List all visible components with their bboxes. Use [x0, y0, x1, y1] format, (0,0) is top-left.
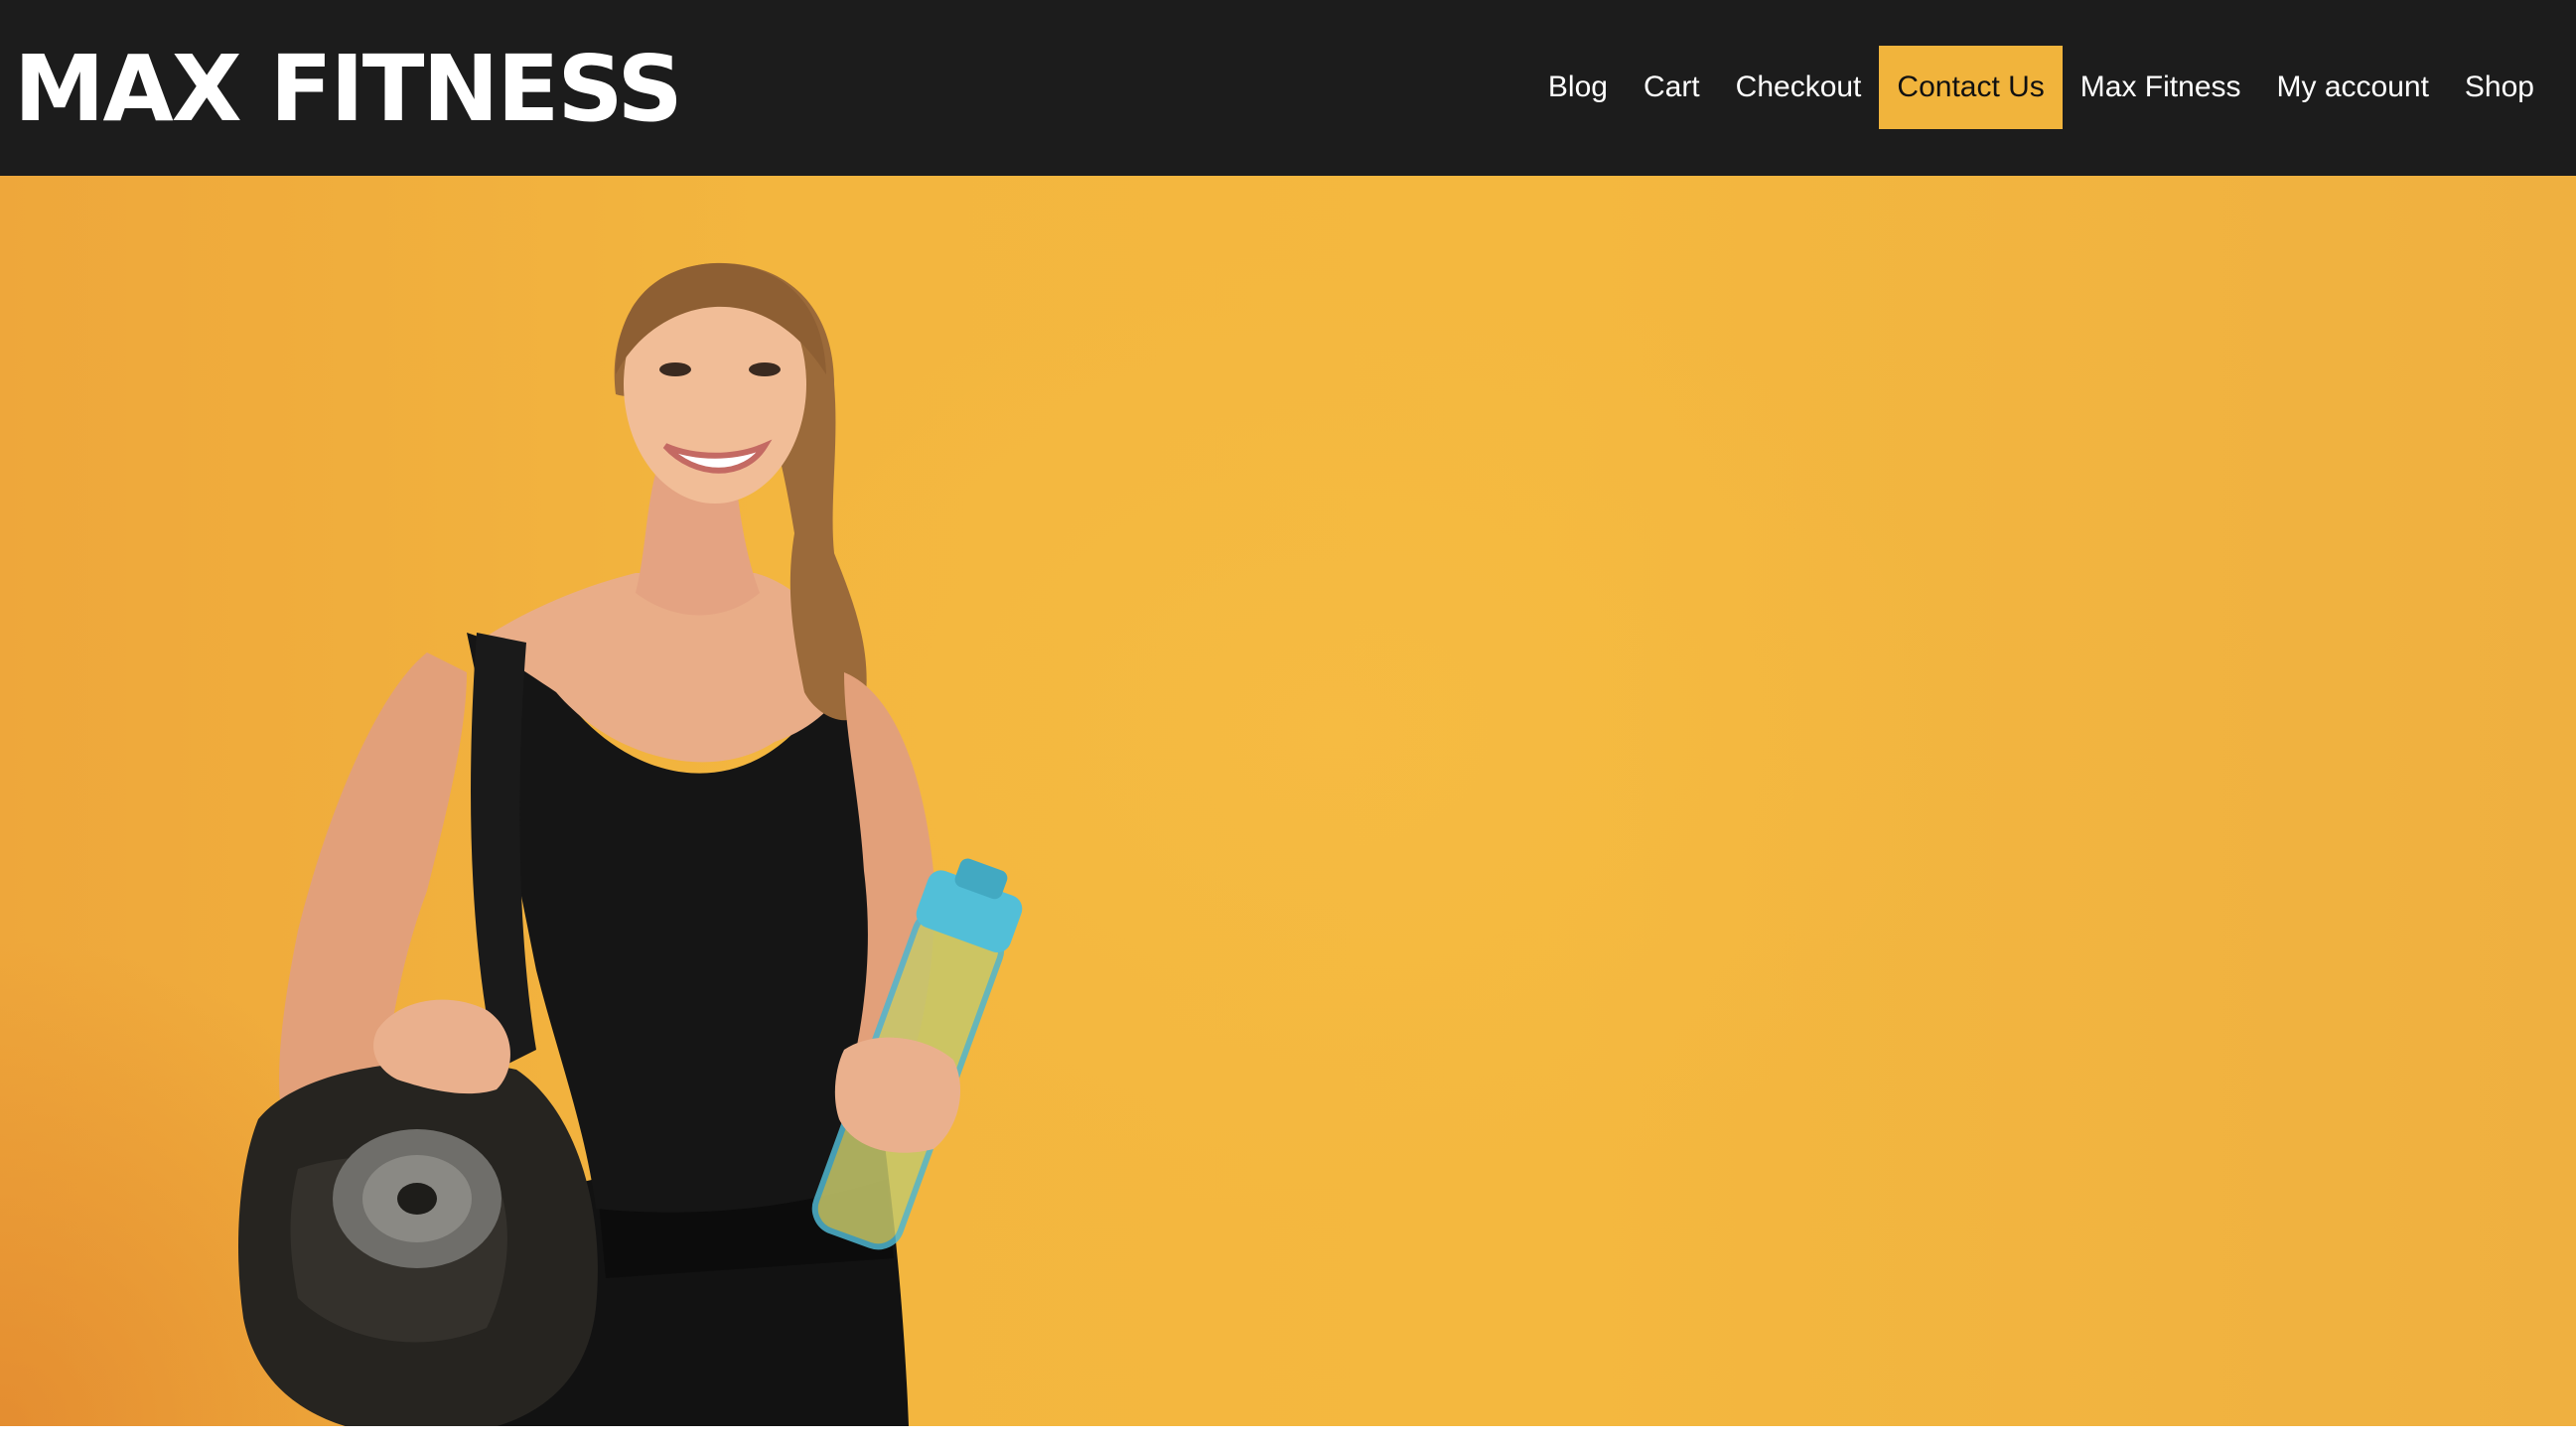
nav-item-shop[interactable]: Shop	[2447, 46, 2552, 129]
woman-left-eye	[659, 362, 691, 376]
nav-item-my-account[interactable]: My account	[2259, 46, 2447, 129]
site-header: MAX FITNESS Blog Cart Checkout Contact U…	[0, 0, 2576, 176]
main-nav: Blog Cart Checkout Contact Us Max Fitnes…	[1530, 46, 2552, 129]
hero-banner	[0, 176, 2576, 1426]
nav-item-max-fitness[interactable]: Max Fitness	[2063, 46, 2259, 129]
site-title[interactable]: MAX FITNESS	[14, 30, 683, 149]
hero-image	[238, 262, 1023, 1426]
yoga-mat-hole	[397, 1183, 437, 1215]
woman-right-eye	[749, 362, 781, 376]
nav-item-cart[interactable]: Cart	[1626, 46, 1718, 129]
nav-item-checkout[interactable]: Checkout	[1718, 46, 1880, 129]
nav-item-blog[interactable]: Blog	[1530, 46, 1626, 129]
woman-right-hand	[834, 1037, 961, 1153]
page-bottom-margin	[0, 1426, 2576, 1444]
nav-item-contact-us[interactable]: Contact Us	[1879, 46, 2063, 129]
